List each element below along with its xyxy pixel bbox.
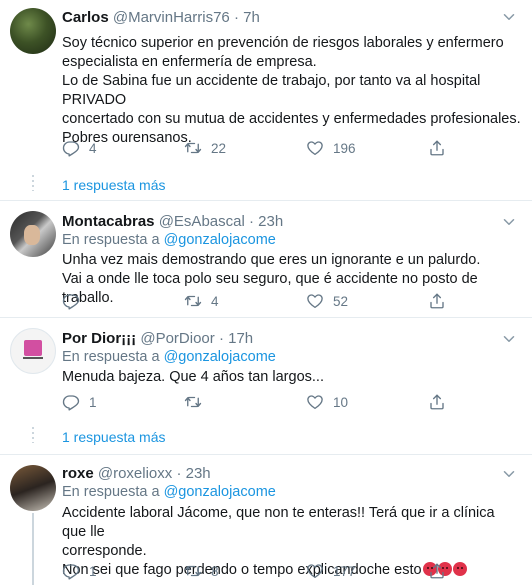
retweet-count: 4	[211, 293, 219, 309]
reply-context: En respuesta a @gonzalojacome	[62, 483, 276, 501]
separator-dot: ·	[233, 9, 239, 26]
retweet-button[interactable]: 8	[184, 562, 219, 580]
mention-link[interactable]: @gonzalojacome	[164, 232, 276, 248]
like-button[interactable]: 52	[306, 292, 348, 310]
share-icon	[428, 393, 446, 411]
reply-prefix: En respuesta a	[62, 484, 160, 500]
tweet-roxe[interactable]: roxe @roxelioxx · 23h En respuesta a @go…	[0, 455, 532, 585]
timestamp[interactable]: 23h	[186, 465, 211, 482]
retweet-button[interactable]	[184, 393, 211, 411]
reply-icon	[62, 393, 80, 411]
reply-icon	[62, 292, 80, 310]
like-icon	[306, 139, 324, 157]
reply-button[interactable]	[62, 292, 89, 310]
share-button[interactable]	[428, 292, 446, 310]
reply-icon	[62, 139, 80, 157]
tweet-actions: 4 22 196	[62, 139, 462, 159]
reply-button[interactable]: 4	[62, 139, 97, 157]
tweet-actions: 1 8 177	[62, 562, 462, 582]
like-button[interactable]: 177	[306, 562, 356, 580]
tweet-line: Lo de Sabina fue un accidente de trabajo…	[62, 73, 481, 108]
tweet-line: Unha vez mais demostrando que eres un ig…	[62, 252, 481, 268]
display-name[interactable]: Carlos	[62, 9, 109, 26]
like-count: 10	[333, 394, 349, 410]
reply-button[interactable]: 1	[62, 562, 97, 580]
tweet-line: especialista en enfermería de empresa.	[62, 54, 317, 70]
show-more-replies-link[interactable]: 1 respuesta más	[62, 177, 166, 193]
reply-icon	[62, 562, 80, 580]
timestamp[interactable]: 7h	[243, 9, 260, 26]
retweet-icon	[184, 292, 202, 310]
like-count: 52	[333, 293, 349, 309]
like-icon	[306, 562, 324, 580]
user-handle[interactable]: @EsAbascal	[159, 213, 245, 230]
tweet-carlos[interactable]: Carlos @MarvinHarris76 · 7h Soy técnico …	[0, 0, 532, 208]
reply-count: 4	[89, 140, 97, 156]
tweet-actions: 1 10	[62, 393, 462, 413]
like-button[interactable]: 10	[306, 393, 348, 411]
timestamp[interactable]: 23h	[258, 213, 283, 230]
reply-prefix: En respuesta a	[62, 232, 160, 248]
timestamp[interactable]: 17h	[228, 330, 253, 347]
retweet-button[interactable]: 22	[184, 139, 226, 157]
share-icon	[428, 292, 446, 310]
chevron-down-icon[interactable]	[500, 465, 518, 483]
user-handle[interactable]: @roxelioxx	[98, 465, 172, 482]
user-handle[interactable]: @MarvinHarris76	[113, 9, 230, 26]
retweet-icon	[184, 393, 202, 411]
avatar[interactable]	[10, 8, 56, 54]
reply-count: 1	[89, 563, 97, 579]
thread-ellipsis	[32, 175, 34, 191]
avatar[interactable]	[10, 328, 56, 374]
like-count: 177	[333, 563, 356, 579]
like-count: 196	[333, 140, 356, 156]
show-more-replies-link[interactable]: 1 respuesta más	[62, 429, 166, 445]
thread-connector	[32, 513, 34, 585]
user-handle[interactable]: @PorDioor	[140, 330, 214, 347]
share-icon	[428, 562, 446, 580]
chevron-down-icon[interactable]	[500, 330, 518, 348]
avatar[interactable]	[10, 211, 56, 257]
tweet-line: concertado con su mutua de accidentes y …	[62, 111, 521, 127]
display-name[interactable]: Por Dior¡¡¡	[62, 330, 136, 347]
like-icon	[306, 393, 324, 411]
display-name[interactable]: roxe	[62, 465, 94, 482]
separator-dot: ·	[176, 465, 182, 482]
avatar[interactable]	[10, 465, 56, 511]
tweet-line: Soy técnico superior en prevención de ri…	[62, 35, 504, 51]
share-button[interactable]	[428, 139, 446, 157]
tweet-text: Soy técnico superior en prevención de ri…	[62, 34, 522, 148]
retweet-count: 8	[211, 563, 219, 579]
reply-count: 1	[89, 394, 97, 410]
tweet-actions: 4 52	[62, 292, 462, 312]
mention-link[interactable]: @gonzalojacome	[164, 484, 276, 500]
reply-context: En respuesta a @gonzalojacome	[62, 231, 276, 249]
share-button[interactable]	[428, 562, 446, 580]
thread-ellipsis	[32, 427, 34, 443]
retweet-icon	[184, 562, 202, 580]
tweet-montacabras[interactable]: Montacabras @EsAbascal · 23h En respuest…	[0, 201, 532, 318]
mention-link[interactable]: @gonzalojacome	[164, 349, 276, 365]
share-button[interactable]	[428, 393, 446, 411]
separator-dot: ·	[248, 213, 254, 230]
retweet-icon	[184, 139, 202, 157]
share-icon	[428, 139, 446, 157]
chevron-down-icon[interactable]	[500, 213, 518, 231]
tweet-line: corresponde.	[62, 543, 147, 559]
tweet-line: Menuda bajeza. Que 4 años tan largos...	[62, 369, 324, 385]
tweet-line: Accidente laboral Jácome, que non te ent…	[62, 505, 495, 540]
display-name[interactable]: Montacabras	[62, 213, 155, 230]
chevron-down-icon[interactable]	[500, 8, 518, 26]
separator-dot: ·	[218, 330, 224, 347]
retweet-count: 22	[211, 140, 227, 156]
reply-context: En respuesta a @gonzalojacome	[62, 348, 276, 366]
retweet-button[interactable]: 4	[184, 292, 219, 310]
reply-button[interactable]: 1	[62, 393, 97, 411]
like-icon	[306, 292, 324, 310]
like-button[interactable]: 196	[306, 139, 356, 157]
tweet-text: Menuda bajeza. Que 4 años tan largos...	[62, 368, 522, 387]
tweet-pordior[interactable]: Por Dior¡¡¡ @PorDioor · 17h En respuesta…	[0, 318, 532, 456]
reply-prefix: En respuesta a	[62, 349, 160, 365]
